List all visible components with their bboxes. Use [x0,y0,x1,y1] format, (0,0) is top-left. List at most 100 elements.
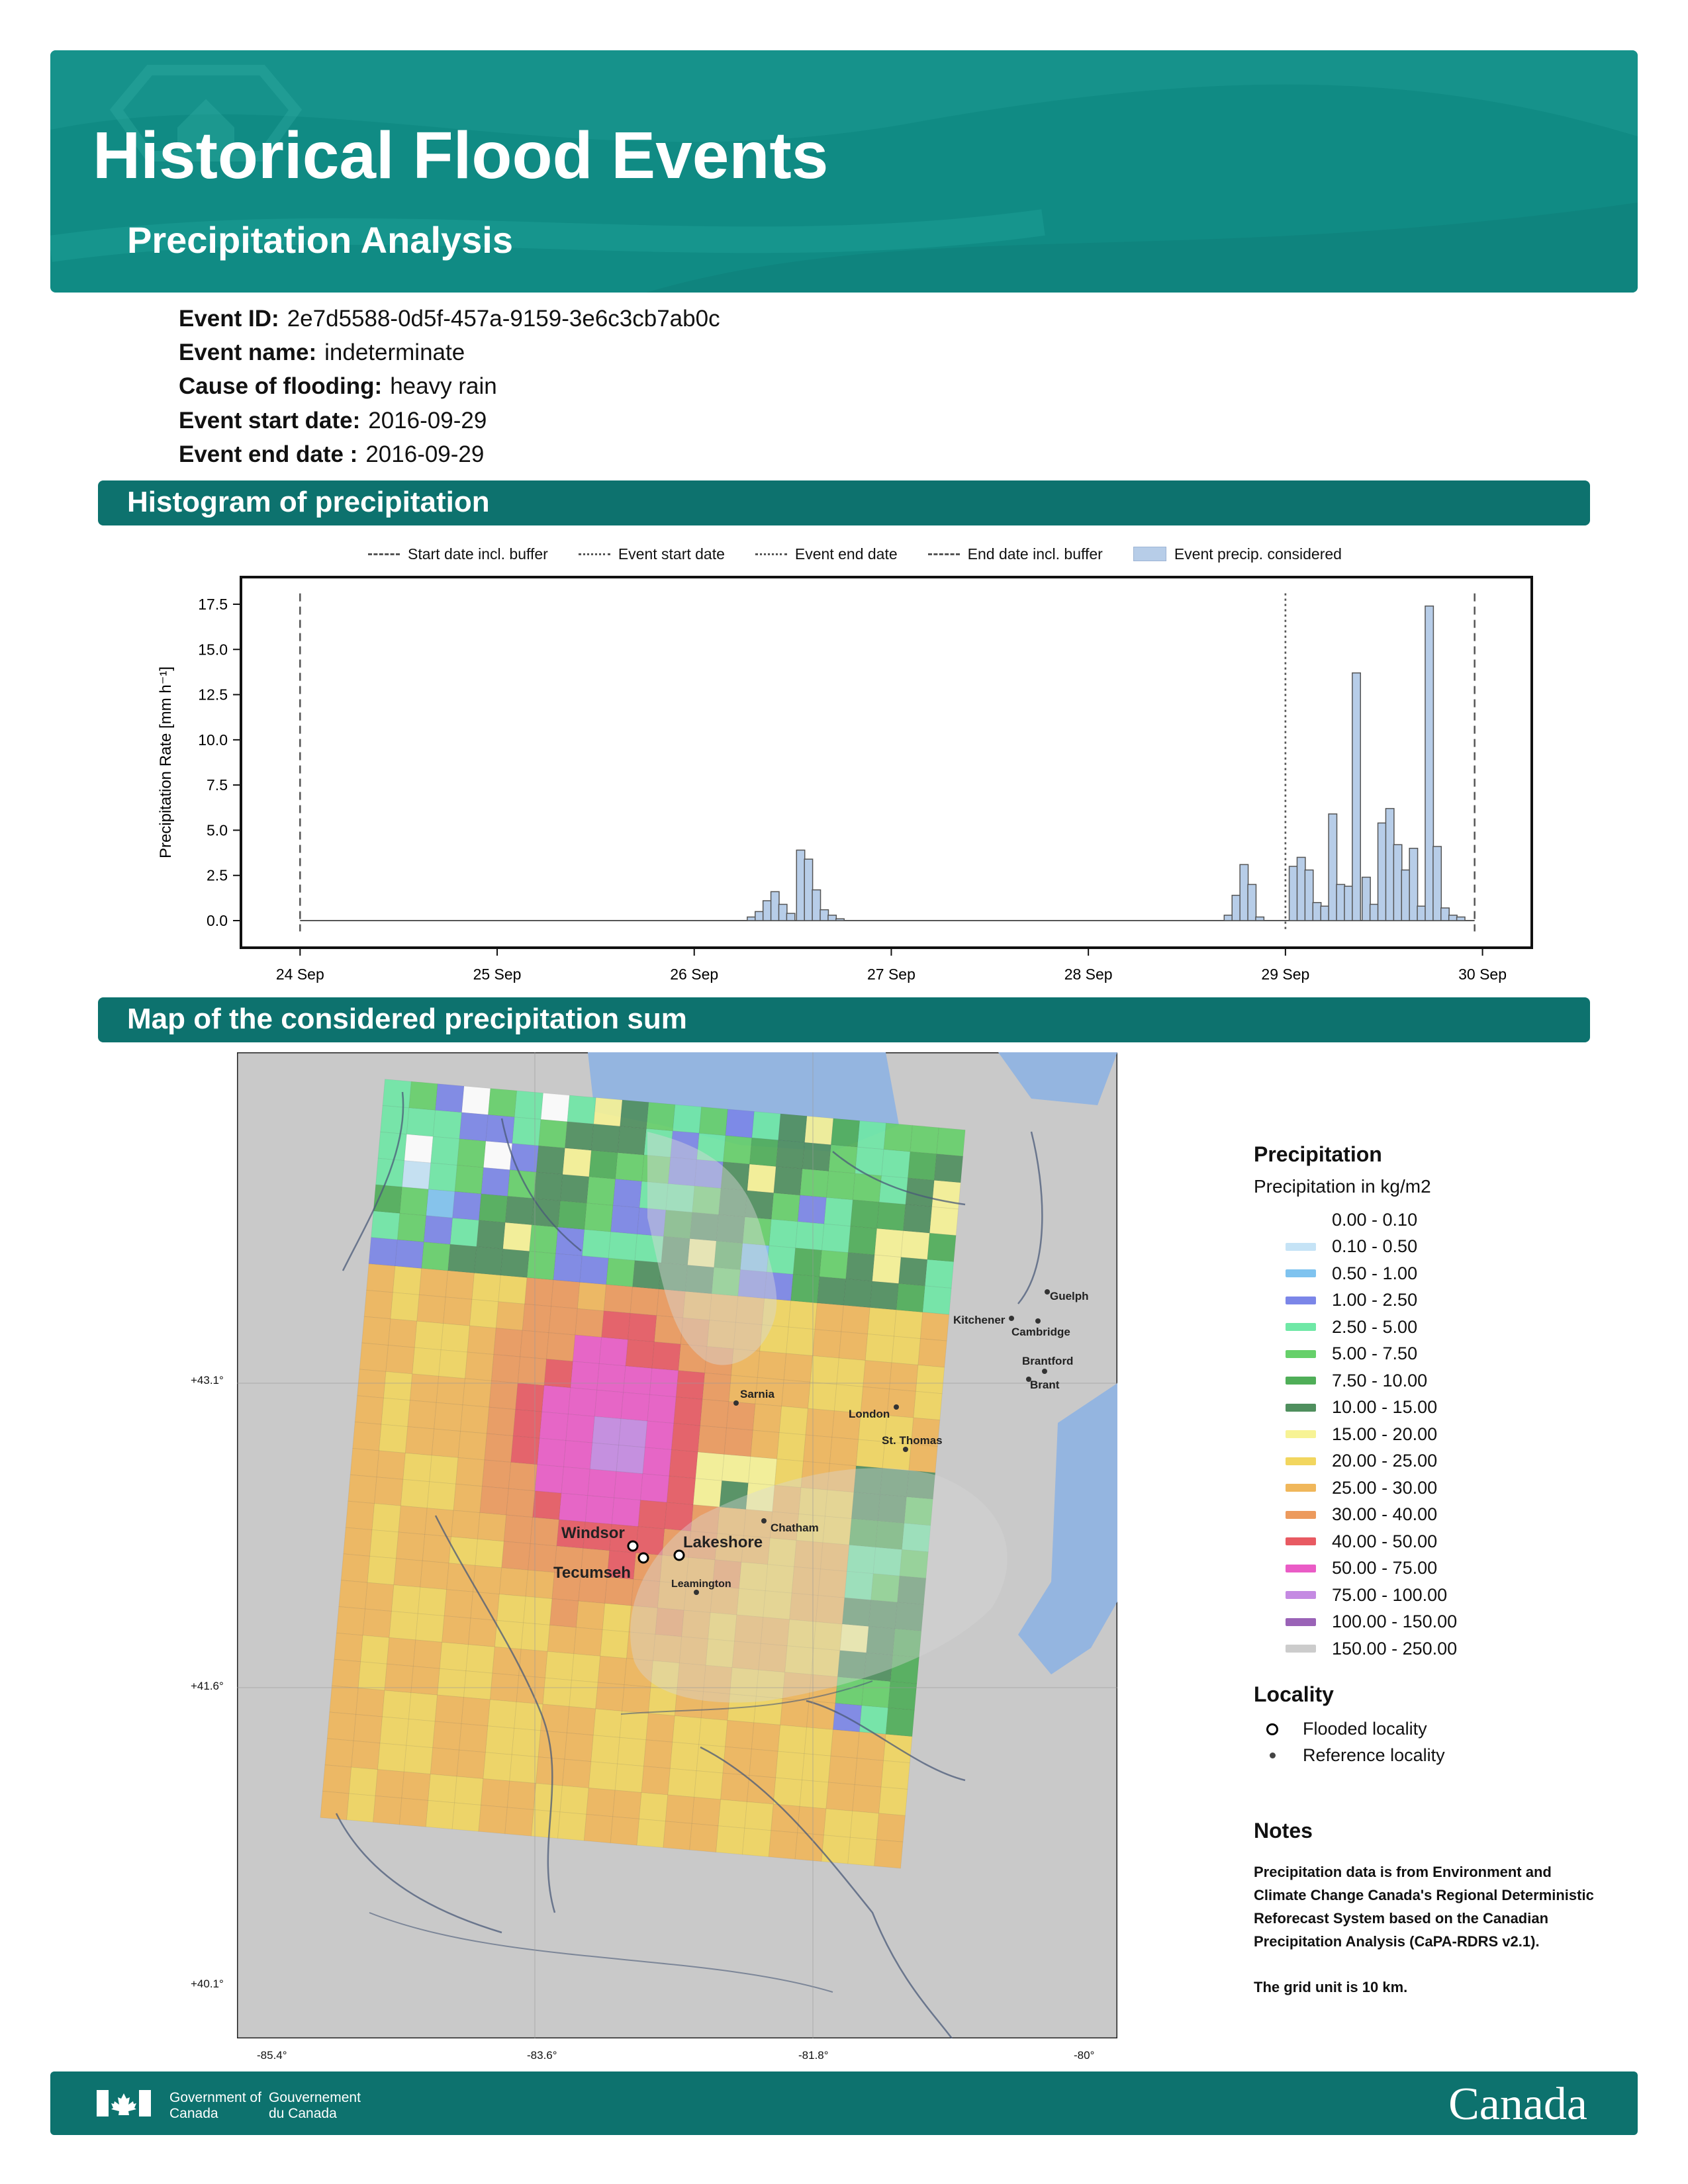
map-cell [484,1433,514,1463]
map-legend: Precipitation Precipitation in kg/m2 0.0… [1254,1142,1611,1769]
map-cell [485,1725,515,1755]
map-cell [500,1248,530,1279]
map-cell [483,1752,512,1782]
map-cell [536,1756,565,1786]
map-cell [752,1403,782,1433]
map-cell [494,1619,524,1650]
map-cell [406,1718,436,1749]
map-cell [802,1753,831,1783]
map-cell [395,1531,426,1561]
map-cell [600,1629,630,1659]
map-cell [511,1727,541,1758]
map-cell [608,1231,638,1261]
map-cell [586,1176,616,1206]
map-cell [898,1257,928,1287]
map-cell [475,1538,504,1569]
map-cell [442,1615,471,1645]
lon-label: -85.4° [257,2049,287,2062]
reference-locality-marker [761,1518,767,1524]
y-tick-label: 0.0 [207,912,228,929]
map-cell [407,1400,437,1430]
map-cell [522,1303,552,1334]
map-cell [614,1471,643,1501]
notes-text: Precipitation data is from Environment a… [1254,1864,1594,1950]
map-cell [702,1372,732,1402]
y-tick-label: 17.5 [198,596,228,613]
map-cell [343,1527,373,1557]
y-tick-label: 10.0 [198,731,228,749]
map-cell [886,1388,916,1418]
map-cell [491,1353,521,1384]
map-cell [346,1793,376,1823]
map-cell [896,1283,925,1313]
map-cell [692,1478,723,1508]
map-cell [383,1371,413,1401]
map-cell [375,1769,404,1799]
legend-swatch [1286,1457,1316,1465]
histogram-bar [1425,605,1434,921]
legend-title: Precipitation [1254,1142,1382,1166]
legend-bin: 1.00 - 2.50 [1254,1287,1611,1314]
map-cell [509,1143,539,1173]
y-tick-label: 2.5 [207,867,228,884]
map-cell [459,1112,489,1142]
reference-locality-marker [1042,1369,1047,1374]
map-cell [428,1162,458,1193]
map-cell [744,1801,774,1831]
histogram-bar [1401,869,1411,921]
flooded-locality-marker [627,1540,639,1552]
map-cell [590,1123,621,1154]
map-cell [855,1146,884,1177]
map-cell [546,1332,576,1362]
map-cell [620,1392,651,1422]
map-cell [457,1431,487,1461]
map-cell [565,1414,595,1443]
map-cell [398,1505,428,1535]
histogram-bar [778,903,788,921]
map-cell [504,1195,535,1226]
map-cell [465,1644,495,1674]
map-cell [348,1474,377,1504]
map-cell [773,1777,803,1807]
map-cell [797,1195,827,1224]
map-cell [345,1500,375,1531]
map-cell [795,1221,825,1251]
map-cell [669,1449,698,1479]
map-cell [402,1452,432,1482]
legend-bin: 5.00 - 7.50 [1254,1341,1611,1368]
map-cell [804,1115,834,1146]
map-cell [436,1375,466,1406]
map-cell [857,1120,887,1150]
histogram-bar [1361,876,1371,921]
map-cell [540,1092,570,1122]
histogram-bar [786,913,796,921]
map-cell [456,1749,486,1780]
map-cell [616,1444,646,1475]
map-cell [594,1389,624,1420]
map-cell [698,1717,728,1747]
notes-title: Notes [1254,1819,1313,1843]
x-tick-label: 25 Sep [473,966,522,983]
x-tick-label: 30 Sep [1458,966,1507,983]
map-cell [434,1694,465,1724]
legend-bin: 25.00 - 30.00 [1254,1475,1611,1502]
histogram-bar [1223,915,1233,921]
map-cell [666,1475,696,1506]
map-cell [559,1174,590,1204]
map-cell [747,1456,778,1486]
map-cell [540,1704,570,1733]
map-cell [423,1215,453,1245]
map-cell [598,1337,629,1367]
map-cell [847,1837,877,1867]
map-cell [371,1210,400,1240]
map-cell [410,1666,440,1696]
map-cell [538,1730,568,1760]
map-cell [596,1363,626,1393]
map-cell [790,1273,820,1304]
flooded-locality-marker [637,1552,649,1564]
map-cell [575,1600,606,1630]
lon-label: -83.6° [527,2049,557,2062]
map-cell [570,1361,600,1390]
map-cell [689,1823,719,1853]
notes-grid-unit: The grid unit is 10 km. [1254,1979,1408,1995]
